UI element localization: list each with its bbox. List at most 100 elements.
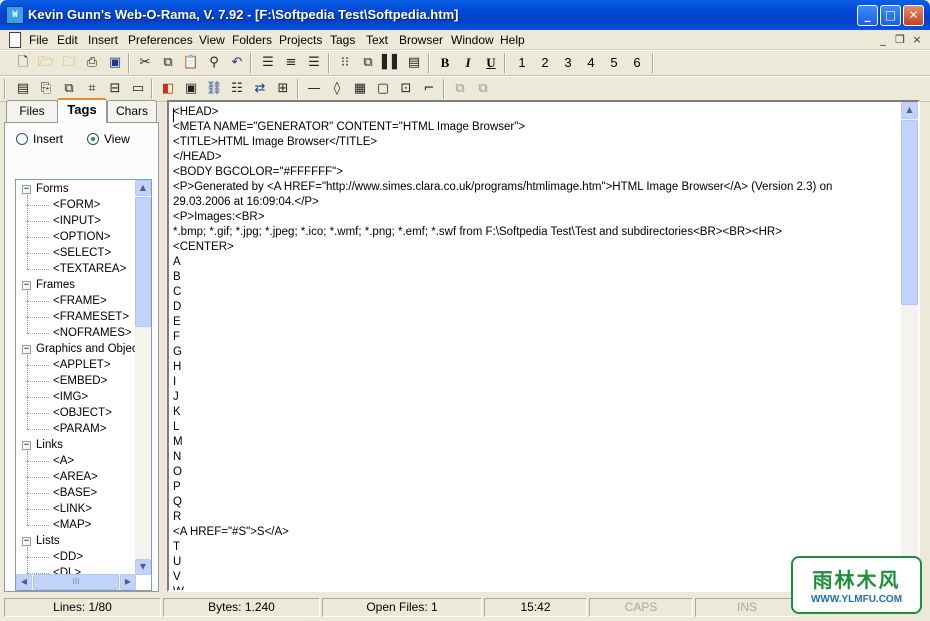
heading-6-button[interactable]: 6 xyxy=(629,54,645,72)
tree-tag-item[interactable]: <IMG> xyxy=(16,389,136,405)
tree-category[interactable]: − Graphics and Objects xyxy=(16,341,136,357)
code-line[interactable]: D xyxy=(173,300,181,315)
color-icon[interactable]: ◧ xyxy=(159,80,177,98)
code-line[interactable]: J xyxy=(173,390,179,405)
menu-preferences[interactable]: Preferences xyxy=(128,33,193,47)
tree-category[interactable]: − Frames xyxy=(16,277,136,293)
menu-projects[interactable]: Projects xyxy=(279,33,322,47)
menu-file[interactable]: File xyxy=(29,33,48,47)
spell-icon[interactable]: ⌗ xyxy=(83,80,101,98)
swap-icon[interactable]: ⇄ xyxy=(251,80,269,98)
mdi-close-button[interactable]: × xyxy=(910,33,924,46)
tree-tag-item[interactable]: <DD> xyxy=(16,549,136,565)
scroll-right-button[interactable]: ▶ xyxy=(120,574,136,590)
save-icon[interactable]: ▣ xyxy=(106,54,124,72)
underline-button[interactable]: U xyxy=(482,54,500,72)
paste-icon[interactable]: 📋 xyxy=(182,54,200,72)
columns-icon[interactable]: ▌▌ xyxy=(382,54,402,72)
heading-5-button[interactable]: 5 xyxy=(606,54,622,72)
tree-tag-item[interactable]: <FORM> xyxy=(16,197,136,213)
tree-tag-item[interactable]: <LINK> xyxy=(16,501,136,517)
code-line[interactable]: C xyxy=(173,285,181,300)
italic-button[interactable]: I xyxy=(459,54,477,72)
menu-help[interactable]: Help xyxy=(500,33,525,47)
collapse-icon[interactable]: − xyxy=(22,185,31,194)
scroll-down-button[interactable]: ▼ xyxy=(135,559,151,575)
code-line[interactable]: F xyxy=(173,330,180,345)
tab-chars[interactable]: Chars xyxy=(107,100,157,122)
code-line[interactable]: </HEAD> xyxy=(173,150,222,165)
align-center-icon[interactable]: ≡ xyxy=(282,54,300,72)
insert-radio[interactable] xyxy=(16,133,28,145)
mdi-restore-button[interactable]: ❐ xyxy=(893,33,907,46)
hscroll-thumb[interactable]: III xyxy=(33,574,119,590)
code-line[interactable]: O xyxy=(173,465,182,480)
tree-tag-item[interactable]: <EMBED> xyxy=(16,373,136,389)
menu-window[interactable]: Window xyxy=(451,33,494,47)
code-line[interactable]: <HEAD> xyxy=(173,105,218,120)
title-bar[interactable]: W Kevin Gunn's Web-O-Rama, V. 7.92 - [F:… xyxy=(0,0,930,30)
code-line[interactable]: N xyxy=(173,450,181,465)
tree-tag-item[interactable]: <TEXTAREA> xyxy=(16,261,136,277)
insert-radio-label[interactable]: Insert xyxy=(33,132,63,146)
code-line[interactable]: <BODY BGCOLOR="#FFFFFF"> xyxy=(173,165,343,180)
collapse-icon[interactable]: − xyxy=(22,281,31,290)
open-project-icon[interactable]: 🗀 xyxy=(60,54,78,72)
image-icon[interactable]: ⊞ xyxy=(274,80,292,98)
code-line[interactable]: I xyxy=(173,375,176,390)
window-icon[interactable]: ▭ xyxy=(129,80,147,98)
code-text-area[interactable]: <HEAD> <META NAME="GENERATOR" CONTENT="HT… xyxy=(169,102,900,590)
scroll-thumb[interactable] xyxy=(135,197,151,327)
app-icon[interactable]: W xyxy=(6,6,24,24)
menu-browser[interactable]: Browser xyxy=(399,33,443,47)
cut-icon[interactable]: ✂ xyxy=(136,54,154,72)
tab-tags[interactable]: Tags xyxy=(57,98,107,123)
rows-icon[interactable]: ▤ xyxy=(405,54,423,72)
frame-icon[interactable]: ▢ xyxy=(374,80,392,98)
menu-folders[interactable]: Folders xyxy=(232,33,272,47)
tree-tag-item[interactable]: <PARAM> xyxy=(16,421,136,437)
link-icon[interactable]: ⛓ xyxy=(205,80,223,98)
heading-2-button[interactable]: 2 xyxy=(537,54,553,72)
code-line[interactable]: M xyxy=(173,435,183,450)
code-line[interactable]: E xyxy=(173,315,181,330)
tree-tag-item[interactable]: <INPUT> xyxy=(16,213,136,229)
editor-vertical-scrollbar[interactable]: ▲ ▼ xyxy=(901,102,918,590)
heading-4-button[interactable]: 4 xyxy=(583,54,599,72)
editor-scroll-up-button[interactable]: ▲ xyxy=(901,102,918,119)
editor-scroll-thumb[interactable] xyxy=(901,120,918,305)
scroll-left-button[interactable]: ◀ xyxy=(16,574,32,590)
align-left-icon[interactable]: ☰ xyxy=(259,54,277,72)
anchor-icon[interactable]: ⎘ xyxy=(37,80,55,98)
menu-view[interactable]: View xyxy=(199,33,225,47)
menu-edit[interactable]: Edit xyxy=(57,33,78,47)
find-icon[interactable]: ⚲ xyxy=(205,54,223,72)
check-icon[interactable]: ⧉ xyxy=(451,80,469,98)
scroll-up-button[interactable]: ▲ xyxy=(135,180,151,196)
mdi-minimize-button[interactable]: _ xyxy=(876,33,890,46)
maximize-button[interactable]: □ xyxy=(880,5,901,26)
collapse-icon[interactable]: − xyxy=(22,345,31,354)
hr-icon[interactable]: — xyxy=(305,80,323,98)
minimize-button[interactable]: _ xyxy=(857,5,878,26)
code-line[interactable]: L xyxy=(173,420,179,435)
menu-text[interactable]: Text xyxy=(366,33,388,47)
collapse-icon[interactable]: − xyxy=(22,441,31,450)
document-icon[interactable] xyxy=(9,32,21,48)
table-icon[interactable]: ▦ xyxy=(351,80,369,98)
heading-3-button[interactable]: 3 xyxy=(560,54,576,72)
heading-1-button[interactable]: 1 xyxy=(514,54,530,72)
print-icon[interactable]: ⎙ xyxy=(83,54,101,72)
copy-icon[interactable]: ⧉ xyxy=(159,54,177,72)
tree-tag-item[interactable]: <NOFRAMES> xyxy=(16,325,136,341)
view-radio-label[interactable]: View xyxy=(104,132,130,146)
code-line[interactable]: <CENTER> xyxy=(173,240,234,255)
code-line[interactable]: <META NAME="GENERATOR" CONTENT="HTML Ima… xyxy=(173,120,525,135)
computer-icon[interactable]: ▣ xyxy=(182,80,200,98)
tree-vertical-scrollbar[interactable]: ▲ ▼ xyxy=(135,180,151,575)
code-line[interactable]: G xyxy=(173,345,182,360)
close-button[interactable]: ✕ xyxy=(903,5,924,26)
frames-icon[interactable]: ⧉ xyxy=(359,54,377,72)
tree-tag-item[interactable]: <BASE> xyxy=(16,485,136,501)
code-line[interactable]: <P>Generated by <A HREF="http://www.sime… xyxy=(173,180,832,195)
